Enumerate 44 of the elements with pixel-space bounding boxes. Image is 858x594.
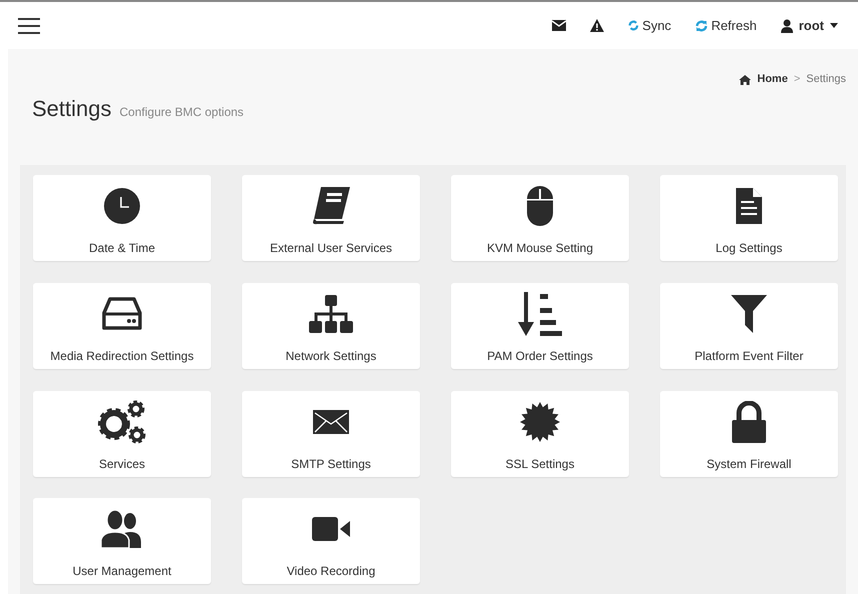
user-menu-button[interactable]: root [780, 18, 838, 33]
network-icon [309, 294, 353, 333]
menu-icon[interactable] [18, 18, 40, 34]
home-icon [739, 75, 752, 85]
filter-icon [731, 294, 767, 333]
envelope-icon [313, 410, 349, 434]
settings-tile[interactable]: Date & Time [33, 175, 211, 261]
user-icon [780, 18, 793, 32]
gears-icon [97, 400, 147, 444]
settings-tile[interactable]: SSL Settings [451, 390, 629, 476]
caret-icon [830, 23, 838, 28]
settings-tile[interactable]: Network Settings [242, 282, 420, 369]
hard-drive-icon [102, 296, 142, 331]
settings-tile[interactable]: KVM Mouse Setting [451, 175, 629, 261]
warning-icon[interactable] [590, 19, 604, 32]
settings-tile[interactable]: External User Services [242, 175, 420, 261]
settings-tile[interactable]: Video Recording [242, 498, 420, 584]
lock-icon [732, 400, 766, 442]
settings-tile[interactable]: Log Settings [660, 175, 838, 261]
badge-icon [520, 402, 560, 442]
mouse-icon [527, 186, 553, 226]
video-camera-icon [312, 517, 350, 542]
settings-tile[interactable]: Services [33, 390, 211, 476]
clock-icon [104, 188, 140, 224]
breadcrumb-separator: > [794, 73, 800, 85]
breadcrumb-link[interactable]: Home [757, 73, 788, 85]
sort-icon [518, 292, 562, 336]
page-subtitle: Configure BMC options [120, 105, 244, 119]
settings-tile[interactable]: System Firewall [660, 390, 838, 476]
settings-tile[interactable]: Media Redirection Settings [33, 282, 211, 369]
settings-tile[interactable]: PAM Order Settings [451, 282, 629, 369]
document-icon [736, 188, 762, 224]
sync-icon [628, 20, 640, 31]
page-title: Settings [32, 96, 112, 122]
book-icon [311, 187, 351, 225]
refresh-icon [695, 20, 708, 32]
users-icon [101, 510, 143, 548]
refresh-button[interactable]: Refresh [695, 18, 757, 33]
settings-tile[interactable]: User Management [33, 498, 211, 584]
breadcrumb-current: Settings [806, 73, 846, 85]
sync-button[interactable]: Sync [628, 18, 672, 33]
settings-tile[interactable]: Platform Event Filter [660, 282, 838, 369]
settings-tile[interactable]: SMTP Settings [242, 390, 420, 476]
envelope-icon[interactable] [552, 20, 566, 31]
